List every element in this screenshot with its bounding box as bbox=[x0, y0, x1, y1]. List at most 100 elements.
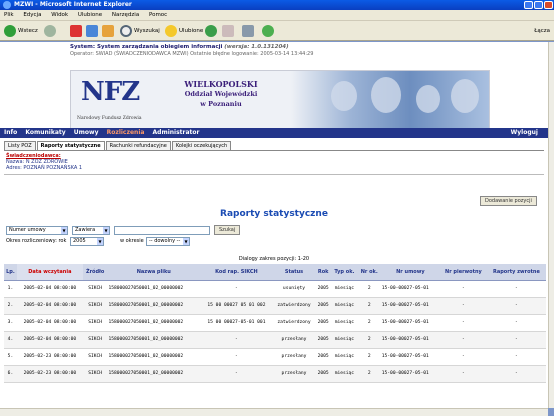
table-cell: - bbox=[439, 314, 487, 332]
horizontal-scrollbar[interactable] bbox=[0, 408, 548, 416]
close-button[interactable] bbox=[544, 1, 553, 9]
table-cell: 158000027050001_02_00000002 bbox=[107, 365, 201, 383]
col-header[interactable]: Nr umowy bbox=[380, 264, 440, 281]
field-select[interactable]: Numer umowy ▼ bbox=[6, 226, 68, 235]
search-button[interactable]: Szukaj bbox=[214, 225, 241, 235]
print-button[interactable] bbox=[242, 24, 256, 38]
menu-edit[interactable]: Edycja bbox=[23, 12, 41, 18]
maximize-button[interactable] bbox=[534, 1, 543, 9]
table-cell: - bbox=[439, 297, 487, 315]
home-button[interactable] bbox=[102, 24, 116, 38]
nav-administrator[interactable]: Administrator bbox=[153, 129, 200, 136]
table-cell: - bbox=[200, 280, 273, 298]
table-cell: 2 bbox=[357, 280, 381, 298]
table-cell: 2005 bbox=[315, 365, 332, 383]
operator-select[interactable]: Zawiera ▼ bbox=[72, 226, 110, 235]
forward-button[interactable] bbox=[44, 24, 58, 38]
add-entry-button[interactable]: Dodawanie pozycji bbox=[480, 196, 537, 206]
mail-icon bbox=[222, 24, 234, 37]
nav-info[interactable]: Info bbox=[4, 129, 17, 136]
table-header-row: Lp. Data wczytania Źródło Nazwa pliku Ko… bbox=[4, 264, 546, 281]
table-cell: 2005-02-04 08:00:00 bbox=[16, 297, 83, 315]
search-input[interactable] bbox=[114, 226, 210, 235]
provider-address: Adres: POZNAŃ POZNAŃSKA 1 bbox=[6, 165, 83, 171]
minimize-button[interactable] bbox=[524, 1, 533, 9]
col-header[interactable]: Rok bbox=[315, 264, 332, 281]
nav-komunikaty[interactable]: Komunikaty bbox=[25, 129, 65, 136]
operator-info-line: Operator: SWIAD (ŚWIADCZENIODAWCA MZWI) … bbox=[70, 51, 314, 57]
col-header[interactable]: Lp. bbox=[4, 264, 17, 281]
table-cell: - bbox=[439, 331, 487, 349]
col-header[interactable]: Nr pierwotny bbox=[439, 264, 487, 281]
table-cell: SIKCH bbox=[82, 365, 108, 383]
table-row[interactable]: 3. 2005-02-04 08:00:00 SIKCH 15800002705000… bbox=[4, 314, 546, 332]
table-cell: 2005-02-04 08:00:00 bbox=[16, 331, 83, 349]
nfz-logo-subtitle: Narodowy Fundusz Zdrowia bbox=[77, 116, 142, 121]
col-header[interactable]: Status bbox=[272, 264, 316, 281]
col-header[interactable]: Źródło bbox=[82, 264, 108, 281]
col-header[interactable]: Raporty zwrotne bbox=[486, 264, 546, 281]
back-button[interactable]: Wstecz bbox=[4, 24, 38, 38]
table-cell: miesiąc bbox=[331, 365, 358, 383]
table-cell: - bbox=[439, 280, 487, 298]
table-cell: - bbox=[200, 331, 273, 349]
col-header[interactable]: Nazwa pliku bbox=[107, 264, 201, 281]
month-select[interactable]: -- dowolny -- ▼ bbox=[146, 237, 190, 246]
table-cell: 3. bbox=[4, 314, 17, 332]
table-cell: 15-00-00027-05-01 bbox=[380, 365, 440, 383]
system-info-line: System: System zarządzania obiegiem info… bbox=[70, 44, 289, 50]
table-cell: 158000027050001_02_00000002 bbox=[107, 280, 201, 298]
search-button[interactable]: Wyszukaj bbox=[120, 24, 160, 38]
browser-toolbar: Wstecz Wyszukaj Ulubione Łącza bbox=[0, 21, 554, 41]
table-row[interactable]: 5. 2005-02-23 08:00:00 SIKCH 15800002705000… bbox=[4, 348, 546, 366]
refresh-button[interactable] bbox=[86, 24, 100, 38]
table-cell: 1. bbox=[4, 280, 17, 298]
table-cell: miesiąc bbox=[331, 331, 358, 349]
col-header[interactable]: Data wczytania bbox=[16, 264, 83, 281]
table-row[interactable]: 6. 2005-02-23 08:00:00 SIKCH 15800002705000… bbox=[4, 365, 546, 383]
table-row[interactable]: 1. 2005-02-04 08:00:00 SIKCH 15800002705000… bbox=[4, 280, 546, 298]
range-info: Dialogy zakres pozycji: 1-20 bbox=[238, 256, 310, 262]
table-cell: 158000027050001_02_00000002 bbox=[107, 331, 201, 349]
tab-divider bbox=[4, 150, 544, 151]
links-label[interactable]: Łącza bbox=[534, 24, 550, 38]
menu-tools[interactable]: Narzędzia bbox=[112, 12, 139, 18]
nav-umowy[interactable]: Umowy bbox=[74, 129, 99, 136]
table-cell: SIKCH bbox=[82, 297, 108, 315]
logout-link[interactable]: Wyloguj bbox=[511, 128, 538, 138]
menu-file[interactable]: Plik bbox=[4, 12, 14, 18]
history-button[interactable] bbox=[205, 24, 219, 38]
table-cell: - bbox=[486, 331, 546, 349]
col-header[interactable]: Kod rap. SIKCH bbox=[200, 264, 273, 281]
messenger-icon bbox=[262, 24, 274, 37]
ie-icon bbox=[3, 1, 11, 9]
nav-rozliczenia[interactable]: Rozliczenia bbox=[107, 129, 145, 136]
home-icon bbox=[102, 24, 114, 37]
table-cell: 4. bbox=[4, 331, 17, 349]
messenger-button[interactable] bbox=[262, 24, 276, 38]
col-header[interactable]: Nr ok. bbox=[357, 264, 381, 281]
table-cell: - bbox=[486, 280, 546, 298]
year-label: Okres rozliczeniowy: rok bbox=[6, 238, 67, 244]
vertical-scrollbar[interactable] bbox=[548, 42, 554, 408]
table-cell: 15-00-00027-05-01 bbox=[380, 348, 440, 366]
favorites-button[interactable]: Ulubione bbox=[165, 24, 203, 38]
table-cell: - bbox=[486, 314, 546, 332]
menu-view[interactable]: Widok bbox=[51, 12, 68, 18]
menu-favorites[interactable]: Ulubione bbox=[78, 12, 102, 18]
mail-button[interactable] bbox=[222, 24, 236, 38]
page-content: System: System zarządzania obiegiem info… bbox=[0, 42, 548, 408]
month-label: w okresie bbox=[120, 238, 144, 244]
photo-figure bbox=[331, 81, 357, 111]
table-cell: 15-00-00027-05-01 bbox=[380, 297, 440, 315]
provider-info: Świadczeniodawca: Nazwa: N ZOZ ZDROWIE A… bbox=[6, 153, 82, 171]
table-row[interactable]: 4. 2005-02-04 08:00:00 SIKCH 15800002705000… bbox=[4, 331, 546, 349]
table-row[interactable]: 2. 2005-02-04 08:00:00 SIKCH 15800002705000… bbox=[4, 297, 546, 315]
stop-button[interactable] bbox=[70, 24, 84, 38]
table-cell: 158000027050001_02_00000002 bbox=[107, 314, 201, 332]
menu-help[interactable]: Pomoc bbox=[149, 12, 167, 18]
year-select[interactable]: 2005 ▼ bbox=[70, 237, 104, 246]
table-cell: 15-00-00027-05-01 bbox=[380, 280, 440, 298]
col-header[interactable]: Typ ok. bbox=[331, 264, 358, 281]
table-cell: SIKCH bbox=[82, 280, 108, 298]
